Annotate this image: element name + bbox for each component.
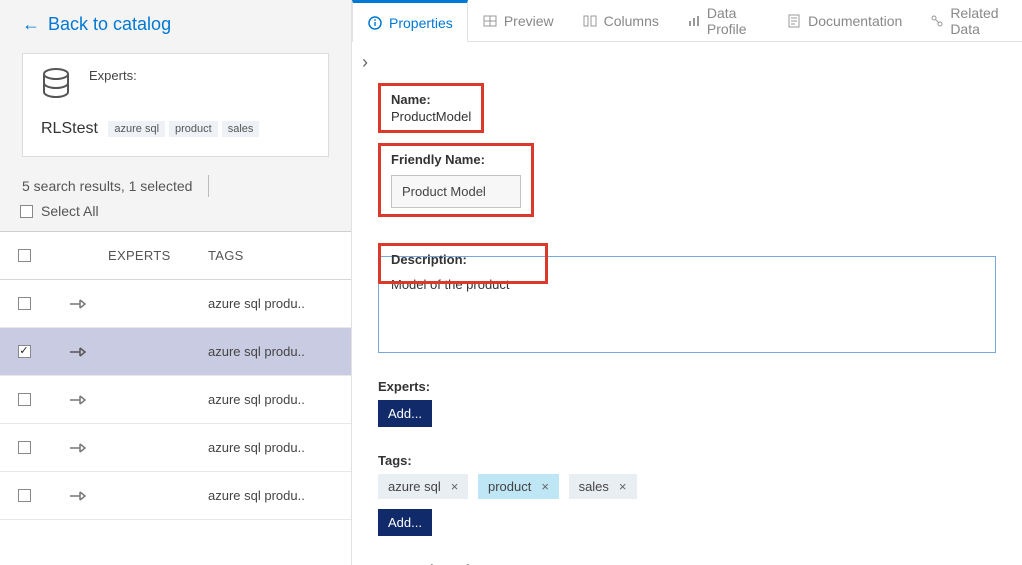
add-tags-button[interactable]: Add... <box>378 509 432 536</box>
asset-tag[interactable]: azure sql <box>108 121 165 137</box>
tab-label: Related Data <box>950 5 1008 37</box>
table-row[interactable]: azure sql produ.. <box>0 280 351 328</box>
select-all-row[interactable]: Select All <box>0 199 351 231</box>
table-row[interactable]: azure sql produ.. <box>0 424 351 472</box>
back-arrow-icon: ← <box>22 14 40 35</box>
row-tags: azure sql produ.. <box>208 488 351 503</box>
remove-tag-icon[interactable]: × <box>541 479 549 494</box>
description-label: Description: <box>391 252 535 267</box>
friendly-name-input[interactable] <box>391 175 521 208</box>
summary-text: 5 search results, 1 selected <box>22 178 192 194</box>
columns-icon <box>582 13 598 29</box>
database-icon <box>41 68 71 102</box>
table-row[interactable]: azure sql produ.. <box>0 376 351 424</box>
experts-label: Experts: <box>378 379 996 394</box>
pin-icon[interactable] <box>69 345 87 359</box>
asset-tag-row: azure sql product sales <box>108 121 259 137</box>
tag-chip-label: azure sql <box>388 479 441 494</box>
tag-chip[interactable]: product × <box>478 474 559 499</box>
tab-label: Data Profile <box>707 5 758 37</box>
experts-label: Experts: <box>89 68 137 83</box>
results-table: EXPERTS TAGS azure sql produ.. azure sql… <box>0 231 351 565</box>
row-checkbox[interactable] <box>18 393 31 406</box>
tab-preview[interactable]: Preview <box>468 0 568 41</box>
row-checkbox[interactable] <box>18 297 31 310</box>
tag-chip-label: product <box>488 479 531 494</box>
tab-columns[interactable]: Columns <box>568 0 673 41</box>
asset-name: RLStest azure sql product sales <box>41 120 310 138</box>
bar-chart-icon <box>687 13 701 29</box>
asset-tag[interactable]: sales <box>222 121 260 137</box>
friendly-name-highlight-box: Friendly Name: <box>378 143 534 217</box>
tab-label: Columns <box>604 13 659 29</box>
select-all-checkbox[interactable] <box>20 205 33 218</box>
table-row[interactable]: azure sql produ.. <box>0 328 351 376</box>
friendly-name-label: Friendly Name: <box>391 152 521 167</box>
left-panel: ← Back to catalog Experts: RLStest azure… <box>0 0 352 565</box>
asset-name-text: RLStest <box>41 120 98 137</box>
row-checkbox[interactable] <box>18 441 31 454</box>
tab-data-profile[interactable]: Data Profile <box>673 0 772 41</box>
remove-tag-icon[interactable]: × <box>451 479 459 494</box>
row-tags: azure sql produ.. <box>208 440 351 455</box>
name-label: Name: <box>391 92 471 107</box>
tab-related-data[interactable]: Related Data <box>916 0 1022 41</box>
col-experts[interactable]: EXPERTS <box>108 248 208 263</box>
row-tags: azure sql produ.. <box>208 392 351 407</box>
name-value: ProductModel <box>391 109 471 124</box>
row-tags: azure sql produ.. <box>208 296 351 311</box>
properties-pane: › Name: ProductModel Friendly Name: Desc… <box>352 42 1022 565</box>
related-icon <box>930 13 944 29</box>
tag-chip[interactable]: sales × <box>569 474 637 499</box>
tags-label: Tags: <box>378 453 996 468</box>
back-label: Back to catalog <box>48 14 171 35</box>
col-tags[interactable]: TAGS <box>208 248 351 263</box>
table-header: EXPERTS TAGS <box>0 232 351 280</box>
tab-label: Properties <box>389 15 453 31</box>
remove-tag-icon[interactable]: × <box>619 479 627 494</box>
search-summary: 5 search results, 1 selected <box>0 171 351 199</box>
name-highlight-box: Name: ProductModel <box>378 83 484 133</box>
tab-label: Documentation <box>808 13 902 29</box>
row-checkbox[interactable] <box>18 345 31 358</box>
add-experts-button[interactable]: Add... <box>378 400 432 427</box>
doc-icon <box>786 13 802 29</box>
pin-icon[interactable] <box>69 393 87 407</box>
preview-icon <box>482 13 498 29</box>
info-icon <box>367 15 383 31</box>
select-all-label: Select All <box>41 203 99 219</box>
row-checkbox[interactable] <box>18 489 31 502</box>
divider <box>208 175 209 197</box>
pin-icon[interactable] <box>69 441 87 455</box>
asset-card: Experts: RLStest azure sql product sales <box>22 53 329 157</box>
right-panel: Properties Preview Columns Data Profile … <box>352 0 1022 565</box>
pin-icon[interactable] <box>69 297 87 311</box>
tag-chip[interactable]: azure sql × <box>378 474 468 499</box>
tab-documentation[interactable]: Documentation <box>772 0 916 41</box>
row-tags: azure sql produ.. <box>208 344 351 359</box>
tag-chip-label: sales <box>579 479 609 494</box>
description-highlight-box: Description: <box>378 243 548 284</box>
tab-bar: Properties Preview Columns Data Profile … <box>352 0 1022 42</box>
pin-icon[interactable] <box>69 489 87 503</box>
expand-chevron[interactable]: › <box>352 50 1022 79</box>
table-row[interactable]: azure sql produ.. <box>0 472 351 520</box>
back-to-catalog-link[interactable]: ← Back to catalog <box>0 0 351 45</box>
asset-tag[interactable]: product <box>169 121 218 137</box>
header-checkbox[interactable] <box>18 249 31 262</box>
tab-label: Preview <box>504 13 554 29</box>
tab-properties[interactable]: Properties <box>352 0 468 42</box>
